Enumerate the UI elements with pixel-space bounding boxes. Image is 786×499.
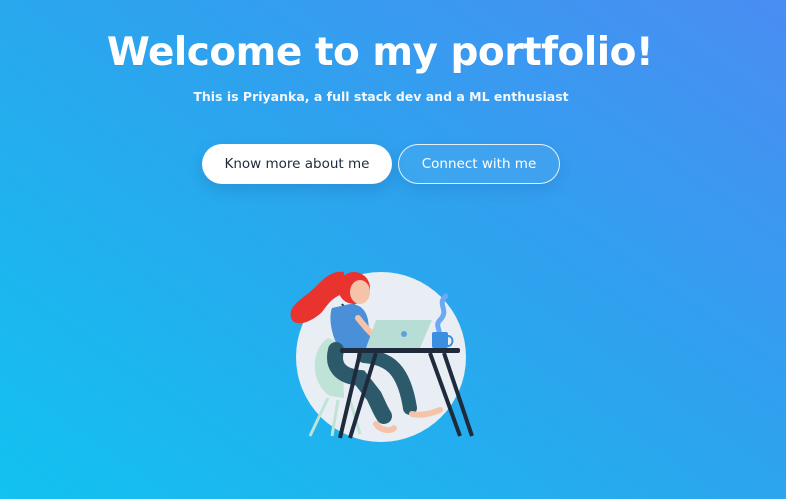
laptop-logo-icon (401, 331, 407, 337)
mug-icon (432, 332, 448, 348)
hero-subtitle: This is Priyanka, a full stack dev and a… (193, 89, 569, 104)
desk-top-icon (340, 348, 460, 353)
page-title: Welcome to my portfolio! (106, 30, 654, 75)
face-icon (350, 280, 370, 304)
hero-section: Welcome to my portfolio! This is Priyank… (0, 0, 786, 499)
woman-working-at-laptop-illustration (280, 258, 480, 448)
illustration-graphic (290, 271, 474, 442)
know-more-button[interactable]: Know more about me (202, 144, 392, 184)
connect-button[interactable]: Connect with me (398, 144, 560, 184)
